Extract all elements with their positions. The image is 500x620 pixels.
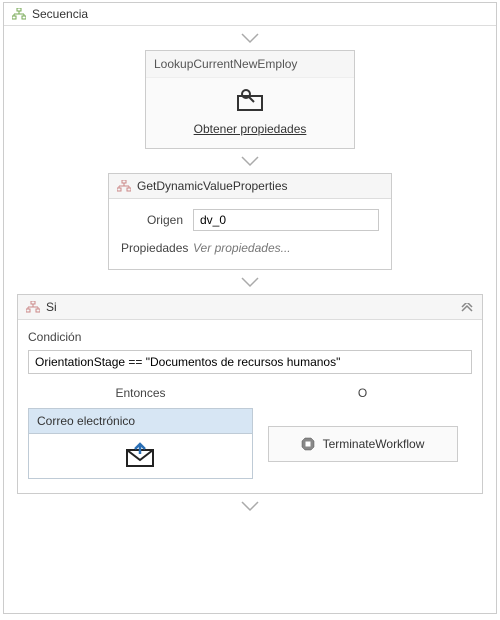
- if-activity[interactable]: Si Condición Entonces Correo electrónico: [17, 294, 483, 494]
- gdv-origen-label: Origen: [121, 213, 193, 227]
- if-header: Si: [18, 295, 482, 320]
- flowchart-icon: [26, 301, 40, 313]
- gdv-props-link[interactable]: Ver propiedades...: [193, 241, 291, 255]
- lookup-properties-link[interactable]: Obtener propiedades: [194, 122, 307, 136]
- chevron-down-icon: [240, 32, 260, 44]
- collapse-icon[interactable]: [460, 302, 474, 312]
- sequence-title: Secuencia: [32, 7, 88, 21]
- then-label: Entonces: [28, 382, 253, 408]
- condition-input[interactable]: [28, 350, 472, 374]
- gdv-origen-input[interactable]: [193, 209, 379, 231]
- connector-bottom: [4, 494, 496, 518]
- email-activity-title: Correo electrónico: [29, 409, 252, 434]
- stop-icon: [301, 437, 315, 451]
- gdv-props-label: Propiedades: [121, 241, 193, 255]
- chevron-down-icon: [240, 155, 260, 167]
- sequence-header: Secuencia: [4, 3, 496, 26]
- chevron-down-icon: [240, 276, 260, 288]
- flowchart-icon: [117, 180, 131, 192]
- connector-mid1: [4, 149, 496, 173]
- send-mail-icon: [123, 442, 159, 468]
- else-label: O: [253, 382, 472, 408]
- connector-top: [4, 26, 496, 50]
- flowchart-icon: [12, 8, 26, 20]
- gdv-title: GetDynamicValueProperties: [137, 179, 288, 193]
- chevron-down-icon: [240, 500, 260, 512]
- lookup-activity[interactable]: LookupCurrentNewEmploy Obtener propiedad…: [145, 50, 355, 149]
- lookup-body: Obtener propiedades: [146, 78, 354, 148]
- terminate-activity[interactable]: TerminateWorkflow: [268, 426, 458, 462]
- terminate-activity-title: TerminateWorkflow: [323, 437, 425, 451]
- if-title: Si: [46, 300, 57, 314]
- getdynamicvalue-activity[interactable]: GetDynamicValueProperties Origen Propied…: [108, 173, 392, 270]
- lookup-properties-icon: [232, 88, 268, 114]
- condition-label: Condición: [28, 330, 472, 344]
- email-activity[interactable]: Correo electrónico: [28, 408, 253, 479]
- lookup-title: LookupCurrentNewEmploy: [146, 51, 354, 78]
- connector-mid2: [4, 270, 496, 294]
- sequence-container: Secuencia LookupCurrentNewEmploy Obtener…: [3, 2, 497, 614]
- gdv-header: GetDynamicValueProperties: [109, 174, 391, 199]
